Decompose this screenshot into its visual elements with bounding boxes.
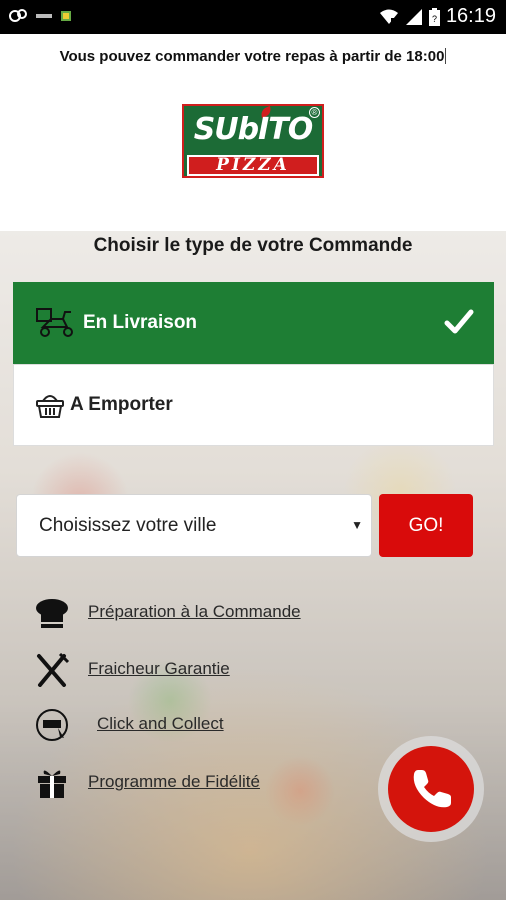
go-button[interactable]: GO! — [379, 494, 473, 557]
delivery-label: En Livraison — [83, 312, 198, 333]
city-select-value: Choisissez votre ville — [39, 515, 217, 536]
svg-text:?: ? — [432, 14, 437, 24]
logo-top-text: SUbITO — [193, 112, 314, 147]
cloud-sync-icon — [9, 9, 27, 22]
city-select[interactable]: Choisissez votre ville ▼ — [16, 494, 372, 557]
opening-notice: Vous pouvez commander votre repas à part… — [59, 48, 447, 65]
status-bar: ? 16:19 — [0, 0, 506, 34]
wifi-icon — [379, 9, 398, 24]
feature-click-collect[interactable]: Click and Collect — [0, 704, 400, 744]
gift-icon — [38, 770, 66, 798]
feature-freshness[interactable]: Fraicheur Garantie — [0, 649, 400, 689]
clock: 16:19 — [445, 5, 496, 27]
feature-loyalty-link[interactable]: Programme de Fidélité — [88, 772, 260, 792]
basket-icon — [36, 395, 64, 418]
click-collect-icon — [36, 709, 68, 741]
dropdown-caret-icon: ▼ — [351, 518, 363, 532]
app-notification-icon — [36, 14, 52, 18]
feature-freshness-link[interactable]: Fraicheur Garantie — [88, 659, 230, 679]
order-type-title: Choisir le type de votre Commande — [93, 235, 413, 256]
feature-click-collect-link[interactable]: Click and Collect — [97, 714, 224, 734]
app-notification-icon — [61, 11, 71, 21]
signal-icon — [405, 8, 422, 25]
feature-preparation-link[interactable]: Préparation à la Commande — [88, 602, 301, 622]
battery-icon: ? — [428, 7, 440, 26]
phone-icon — [413, 770, 451, 808]
logo-bottom-text: PIZZA — [187, 155, 319, 176]
fork-knife-icon — [37, 653, 70, 687]
call-button[interactable] — [378, 736, 484, 842]
subito-pizza-logo: ® SUbITO PIZZA — [182, 104, 324, 178]
order-type-pickup[interactable]: A Emporter — [13, 364, 494, 446]
feature-loyalty[interactable]: Programme de Fidélité — [0, 762, 400, 802]
chef-hat-icon — [36, 599, 68, 628]
delivery-scooter-icon — [36, 308, 73, 337]
order-type-delivery[interactable]: En Livraison — [13, 282, 494, 364]
feature-preparation[interactable]: Préparation à la Commande — [0, 592, 400, 632]
checkmark-icon — [444, 309, 474, 334]
pickup-label: A Emporter — [70, 394, 173, 415]
